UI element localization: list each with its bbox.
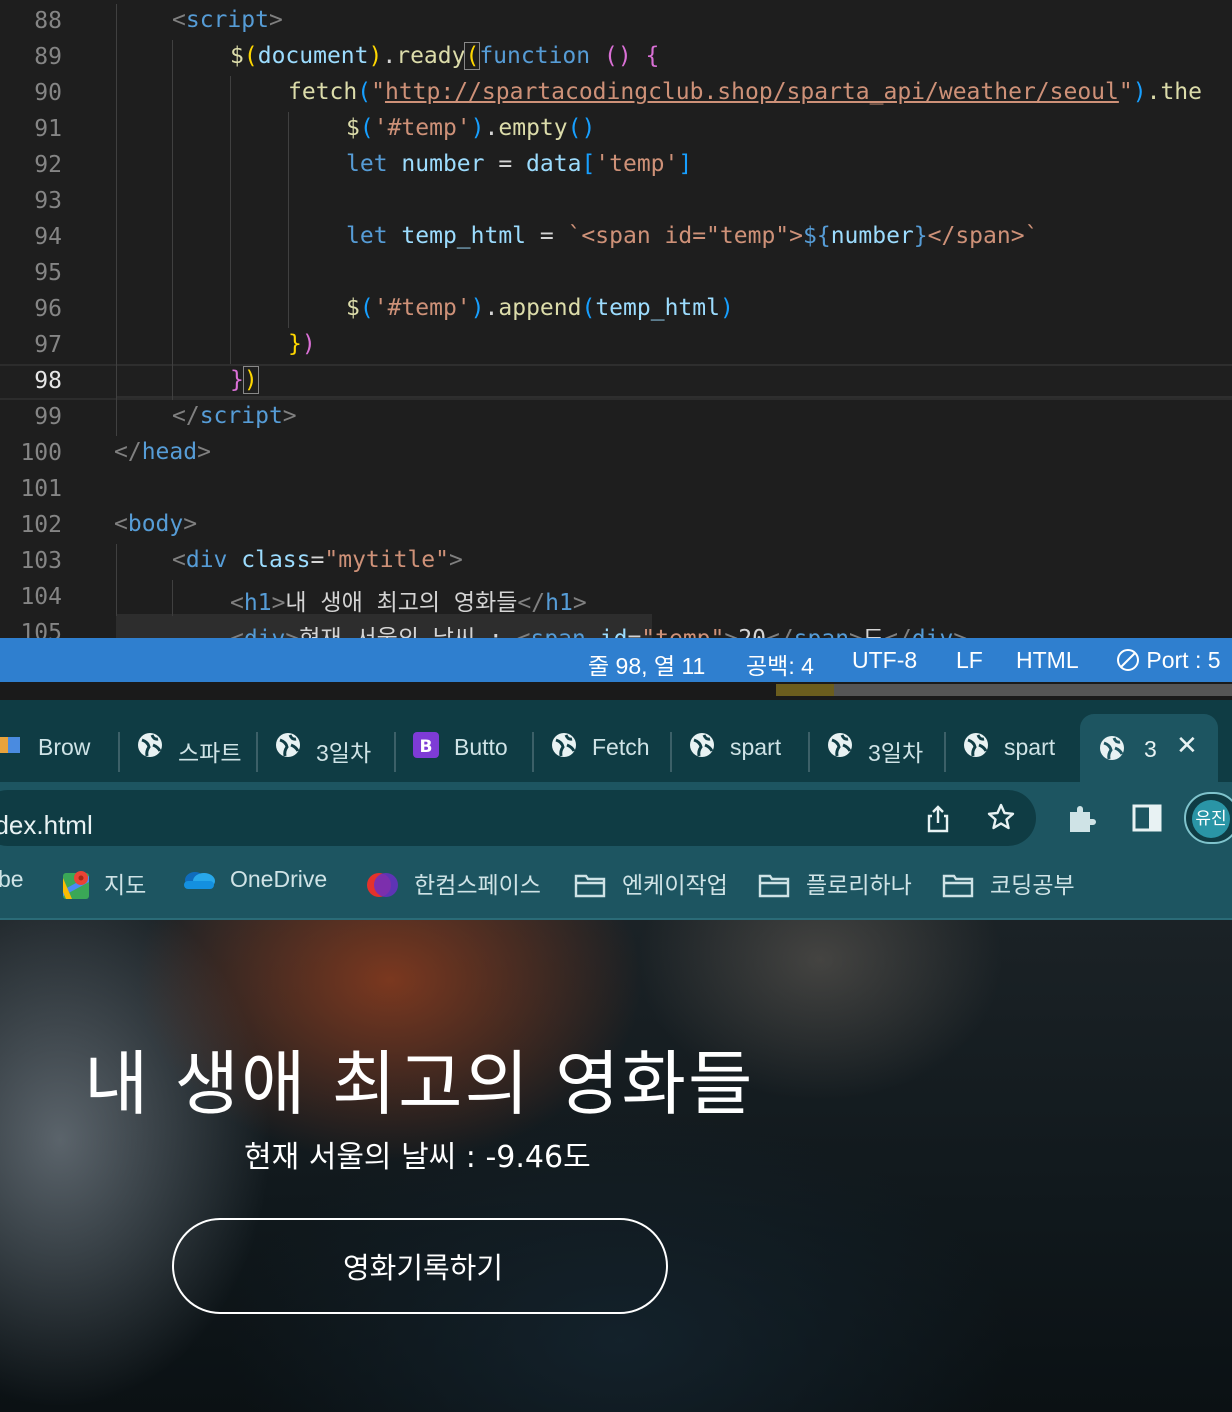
code-line: 89 $(document).ready(function () {	[0, 40, 1232, 76]
webpage-viewport: 내 생애 최고의 영화들 현재 서울의 날씨 : -9.46도 영화기록하기	[0, 920, 1232, 1412]
code-line: 90 fetch("http://spartacodingclub.shop/s…	[0, 76, 1232, 112]
code-line: 94 let temp_html = `<span id="temp">${nu…	[0, 220, 1232, 256]
browser-toolbar: ndex.html 유진	[0, 782, 1232, 854]
language-mode[interactable]: HTML	[1016, 647, 1079, 674]
browser-tab[interactable]: spart	[688, 726, 804, 770]
weather-text: 현재 서울의 날씨 : -9.46도	[244, 1140, 591, 1175]
address-bar[interactable]: ndex.html	[0, 790, 1036, 846]
bookmark-onedrive[interactable]: OneDrive	[182, 866, 327, 893]
code-line: 101	[0, 472, 1232, 508]
bookmark-star-icon[interactable]	[986, 802, 1016, 832]
globe-icon	[1100, 736, 1124, 760]
line-number: 100	[20, 440, 62, 466]
code-line: 99 </script>	[0, 400, 1232, 436]
code-line: 88 <script>	[0, 4, 1232, 40]
indentation-spaces[interactable]: 공백: 4	[746, 647, 814, 681]
browser-app-icon	[0, 737, 20, 753]
bookmark-youtube[interactable]: be	[0, 866, 24, 893]
bookmark-folder[interactable]: 플로리하나	[758, 866, 912, 900]
line-number: 101	[20, 476, 62, 502]
line-number: 96	[34, 296, 62, 322]
current-code-line: 98 })	[0, 364, 1232, 400]
bookmarks-bar: be 지도 OneDrive 한컴스페이스 엔케이작업 플로리하나 코딩공부	[0, 854, 1232, 920]
bookmark-folder[interactable]: 코딩공부	[942, 866, 1075, 900]
line-number: 92	[34, 152, 62, 178]
folder-icon	[758, 874, 790, 898]
file-encoding[interactable]: UTF-8	[852, 647, 917, 674]
globe-icon	[138, 733, 162, 757]
line-number: 90	[34, 80, 62, 106]
code-line: 104 <h1>내 생애 최고의 영화들</h1>	[0, 580, 1232, 616]
line-number: 102	[20, 512, 62, 538]
bookmark-folder[interactable]: 엔케이작업	[574, 866, 728, 900]
port-label: Port : 5	[1146, 647, 1221, 673]
svg-text:B: B	[420, 737, 433, 757]
page-title: 내 생애 최고의 영화들	[84, 1043, 755, 1125]
globe-icon	[964, 733, 988, 757]
code-line: 102 <body>	[0, 508, 1232, 544]
line-number: 95	[34, 260, 62, 286]
browser-tab[interactable]: 3일차	[826, 726, 942, 770]
address-bar-url[interactable]: ndex.html	[0, 810, 93, 841]
bookmark-hancom[interactable]: 한컴스페이스	[366, 866, 541, 900]
browser-tab-strip: Brow 스파트 3일차 B Butto Fetch spart 3일차 spa…	[0, 700, 1232, 782]
port-off-icon	[1117, 649, 1139, 671]
end-of-line[interactable]: LF	[956, 647, 983, 674]
browser-tab[interactable]: B Butto	[412, 726, 528, 770]
code-line: 100 </head>	[0, 436, 1232, 472]
code-line: 103 <div class="mytitle">	[0, 544, 1232, 580]
browser-tab[interactable]: Fetch	[550, 726, 666, 770]
line-number: 89	[34, 44, 62, 70]
extensions-puzzle-icon[interactable]	[1066, 802, 1098, 834]
line-number: 104	[20, 584, 62, 610]
line-number: 103	[20, 548, 62, 574]
browser-tab[interactable]: 3일차	[274, 726, 390, 770]
globe-icon	[552, 733, 576, 757]
line-number: 91	[34, 116, 62, 142]
bootstrap-icon: B	[413, 732, 439, 758]
code-line: 105 <div>현재 서울의 날씨 : <span id="temp">20<…	[0, 616, 1232, 638]
side-panel-icon[interactable]	[1132, 804, 1162, 832]
browser-tab[interactable]: spart	[962, 726, 1078, 770]
code-line: 91 $('#temp').empty()	[0, 112, 1232, 148]
profile-avatar[interactable]: 유진	[1184, 792, 1232, 844]
live-server-port[interactable]: Port : 5	[1116, 647, 1221, 674]
temperature-value: -9.46	[485, 1140, 564, 1175]
browser-tab[interactable]: Brow	[0, 726, 112, 770]
code-line: 96 $('#temp').append(temp_html)	[0, 292, 1232, 328]
globe-icon	[690, 733, 714, 757]
maps-icon	[63, 871, 89, 899]
line-number: 98	[34, 368, 62, 394]
fetch-url-link[interactable]: http://spartacodingclub.shop/sparta_api/…	[385, 79, 1119, 105]
bookmark-maps[interactable]: 지도	[62, 866, 146, 900]
window-divider	[0, 682, 1232, 700]
code-line: 97 })	[0, 328, 1232, 364]
line-number: 94	[34, 224, 62, 250]
onedrive-icon	[184, 872, 215, 889]
code-line: 92 let number = data['temp']	[0, 148, 1232, 184]
line-number: 105	[20, 620, 62, 638]
browser-tab[interactable]: 스파트	[136, 726, 252, 770]
line-number: 93	[34, 188, 62, 214]
line-number: 88	[34, 8, 62, 34]
record-movie-button[interactable]: 영화기록하기	[172, 1218, 668, 1314]
folder-icon	[574, 874, 606, 898]
globe-icon	[828, 733, 852, 757]
code-line: 93	[0, 184, 1232, 220]
code-line: 95	[0, 256, 1232, 292]
globe-icon	[276, 733, 300, 757]
line-number: 97	[34, 332, 62, 358]
code-editor[interactable]: 88 <script> 89 $(document).ready(functio…	[0, 0, 1232, 638]
browser-tab-active[interactable]: 3 ✕	[1080, 714, 1218, 782]
share-icon[interactable]	[924, 804, 952, 834]
folder-icon	[942, 874, 974, 898]
line-number: 99	[34, 404, 62, 430]
editor-status-bar: 줄 98, 열 11 공백: 4 UTF-8 LF HTML Port : 5	[0, 638, 1232, 682]
close-tab-icon[interactable]: ✕	[1176, 730, 1198, 761]
cursor-position[interactable]: 줄 98, 열 11	[588, 647, 705, 681]
hancom-icon	[367, 873, 398, 897]
